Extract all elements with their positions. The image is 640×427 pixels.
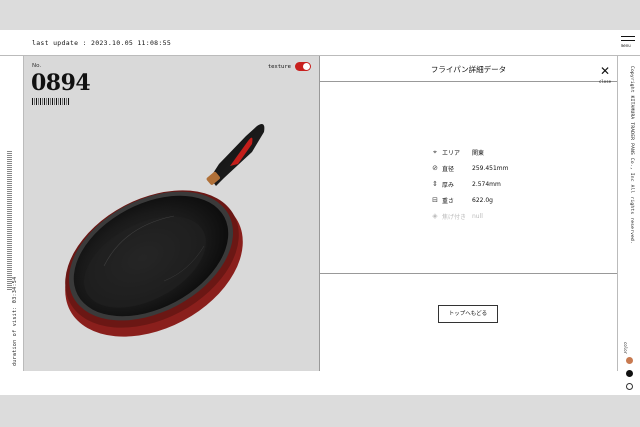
spec-value: 2.574mm — [472, 180, 501, 188]
spec-list: ⌖ エリア 関東 ⊘ 直径 259.451mm ⇕ 厚み 2.574mm ⊟ 重… — [428, 144, 552, 224]
menu-label: menu — [621, 43, 631, 48]
app-frame: last update : 2023.10.05 11:08:55 menu d… — [0, 30, 640, 395]
product-viewer[interactable]: No. 0894 texture — [24, 56, 320, 371]
spec-label: 重さ — [442, 197, 455, 205]
spec-row-weight: ⊟ 重さ 622.0g — [428, 192, 552, 208]
spec-label: 厚み — [442, 181, 455, 189]
spec-value: 622.0g — [472, 196, 493, 204]
spec-label: 直径 — [442, 165, 455, 173]
hamburger-icon-bar — [621, 39, 635, 41]
top-bar: last update : 2023.10.05 11:08:55 menu — [0, 30, 640, 56]
color-swatch-black[interactable] — [626, 370, 633, 377]
close-button[interactable]: ✕ close — [597, 60, 613, 84]
spec-label: 焦げ付き — [442, 213, 467, 221]
close-label: close — [598, 79, 612, 84]
weight-icon: ⊟ — [432, 196, 438, 204]
left-rail: duration of visit: 03:34:54 — [0, 56, 24, 371]
visit-duration: duration of visit: 03:34:54 — [12, 276, 18, 366]
pan-body — [65, 190, 243, 337]
spec-row-burn: ◈ 焦げ付き null — [428, 208, 552, 224]
back-to-top-button[interactable]: トップへもどる — [438, 305, 498, 323]
frying-pan-image — [65, 124, 265, 337]
thickness-icon: ⇕ — [432, 180, 438, 188]
spec-row-diameter: ⊘ 直径 259.451mm — [428, 160, 552, 176]
spec-value: 259.451mm — [472, 164, 509, 172]
diameter-icon: ⊘ — [432, 164, 438, 172]
right-rail: Copyright KITAMURA TRADER PANS Co., Inc … — [617, 56, 640, 390]
spec-row-area: ⌖ エリア 関東 — [428, 144, 552, 160]
color-swatch-white[interactable] — [626, 383, 633, 390]
last-update-text: last update : 2023.10.05 11:08:55 — [32, 39, 172, 47]
color-label: color — [623, 342, 628, 355]
spec-value: 関東 — [472, 149, 485, 157]
divider — [320, 273, 617, 274]
location-pin-icon: ⌖ — [433, 147, 437, 156]
detail-panel: フライパン詳細データ ✕ close ⌖ エリア 関東 ⊘ 直径 259.451… — [320, 56, 617, 371]
spec-value: null — [472, 212, 483, 220]
detail-title: フライパン詳細データ — [430, 65, 507, 74]
menu-button[interactable]: menu — [621, 36, 637, 52]
progress-ruler — [7, 151, 12, 291]
burn-icon: ◈ — [432, 212, 438, 220]
hamburger-icon — [621, 36, 635, 37]
color-swatch-copper[interactable] — [626, 357, 633, 364]
pan-handle — [206, 124, 265, 186]
copyright-text: Copyright KITAMURA TRADER PANS Co., Inc … — [629, 66, 634, 244]
spec-label: エリア — [442, 149, 461, 157]
close-icon: ✕ — [599, 64, 611, 78]
spec-row-thickness: ⇕ 厚み 2.574mm — [428, 176, 552, 192]
detail-header: フライパン詳細データ ✕ close — [320, 56, 617, 84]
